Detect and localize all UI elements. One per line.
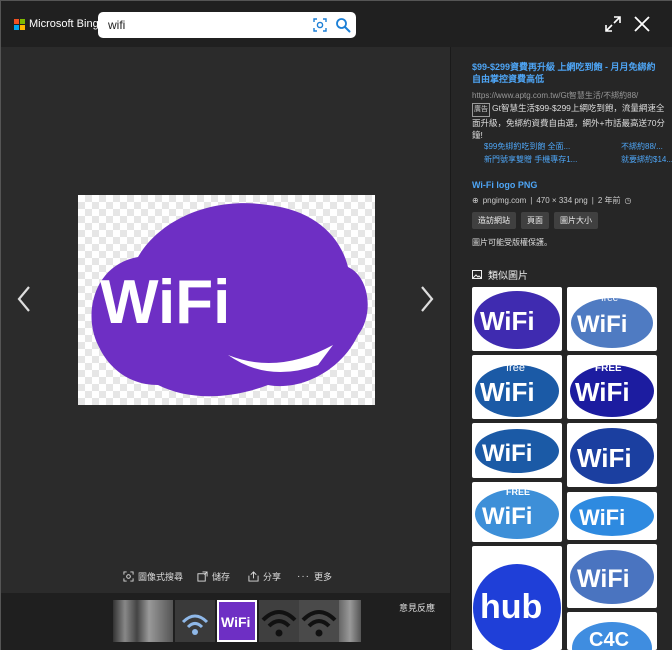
similar-images-heading: 類似圖片 [472,267,528,282]
ad-description: Gt智慧生活$99-$299上網吃到飽，流量網速全面升級，免綁約資費自由選，網外… [472,103,665,140]
image-viewer: WiFi 圖像式搜尋 儲存 分享 ··· 更多 [1,47,450,593]
filmstrip-thumbnail[interactable] [175,600,215,642]
save-label: 儲存 [212,572,231,582]
globe-icon: ⊕ [472,196,479,205]
bing-image-viewer: Microsoft Bing wifi WiFi 圖像式搜尋 儲存 分享 ···… [0,0,672,650]
c4c-text: C4C [589,629,629,650]
ad-sitelink[interactable]: $99免綁約吃到飽 全面... [484,140,570,153]
free-text: free [601,293,619,304]
microsoft-logo-icon [14,18,25,30]
top-bar: Microsoft Bing [1,1,672,47]
main-image[interactable]: WiFi [78,195,375,405]
ad-sitelink[interactable]: 不綁約88/... [621,140,663,153]
save-button[interactable]: 儲存 [197,570,230,583]
free-text: free [506,362,525,374]
image-icon [472,270,482,279]
similar-logo-text: WiFi [482,440,532,467]
page-button[interactable]: 頁面 [521,212,549,229]
image-source[interactable]: pngimg.com [483,196,527,205]
filmstrip-thumbnail[interactable] [113,600,173,642]
visual-search-label: 圖像式搜尋 [138,572,184,582]
copyright-note: 圖片可能受版權保護。 [472,238,552,247]
clock-icon: ◷ [624,196,632,205]
save-icon [197,571,208,582]
similar-image[interactable]: WiFi [472,287,562,351]
search-box [98,12,356,38]
thumb-wifi-text: WiFi [221,614,250,630]
free-caps-text: FREE [595,363,622,374]
image-age: 2 年前 [597,196,621,205]
similar-logo-text: WiFi [579,505,625,530]
search-input[interactable] [108,16,298,34]
similar-image[interactable]: WiFi [567,544,657,608]
hub-text: hub [480,588,542,626]
free-caps-text: FREE [506,487,530,497]
meta-separator: | [591,196,594,205]
similar-logo-text: WiFi [482,503,532,530]
similar-logo-text: WiFi [480,377,535,407]
image-dimensions: 470 × 334 png [536,196,588,205]
share-icon [248,571,259,582]
close-icon[interactable] [633,15,651,33]
similar-image[interactable]: WiFi [567,423,657,487]
ad-url: https://www.aptg.com.tw/Gt智慧生活/不綁約88/ [472,90,664,101]
brand-name: Microsoft Bing [29,18,99,30]
similar-logo-text: WiFi [480,306,535,336]
visual-search-icon [123,571,134,582]
details-panel: $99-$299資費再升級 上網吃到飽 - 月月免綁約 自由掌控資費高低 htt… [450,47,672,650]
filmstrip-thumbnail[interactable] [339,600,361,642]
similar-image[interactable]: WiFi [472,423,562,478]
image-title-link[interactable]: Wi-Fi logo PNG [472,180,537,190]
similar-logo-text: WiFi [577,311,627,338]
filmstrip: WiFi 意見反應 [1,593,450,650]
ad-body: 廣告 Gt智慧生活$99-$299上網吃到飽，流量網速全面升級，免綁約資費自由選，… [472,102,668,141]
filmstrip-thumbnail[interactable] [259,600,299,642]
filmstrip-thumbnail-selected[interactable]: WiFi [217,600,257,642]
meta-separator: | [530,196,533,205]
action-bar: 圖像式搜尋 儲存 分享 ··· 更多 [1,570,450,588]
similar-image[interactable]: hub [472,546,562,650]
filmstrip-thumbnail[interactable] [299,600,339,642]
bing-logo[interactable]: Microsoft Bing [14,18,99,30]
ad-title-link[interactable]: $99-$299資費再升級 上網吃到飽 - 月月免綁約 自由掌控資費高低 [472,61,664,85]
ad-badge: 廣告 [472,103,490,117]
visit-site-button[interactable]: 造訪網站 [472,212,516,229]
more-button[interactable]: ··· 更多 [297,570,332,583]
expand-icon[interactable] [604,15,622,33]
similar-image[interactable]: FREE WiFi [472,482,562,542]
search-icon[interactable] [335,17,351,33]
feedback-link[interactable]: 意見反應 [399,601,435,614]
share-label: 分享 [263,572,282,582]
ad-url-text: https://www.aptg.com.tw/Gt智慧生活/不綁約88/ [472,91,639,100]
share-button[interactable]: 分享 [248,570,281,583]
similar-logo-text: WiFi [575,377,630,407]
visual-search-button[interactable]: 圖像式搜尋 [123,570,183,583]
visual-search-icon[interactable] [312,17,328,33]
similar-image[interactable]: C4C [567,612,657,650]
more-label: 更多 [314,572,333,582]
ad-sitelink[interactable]: 就要綁約$14... [621,153,672,166]
similar-image[interactable]: free WiFi [472,355,562,419]
more-icon: ··· [297,571,310,582]
image-size-button[interactable]: 圖片大小 [554,212,598,229]
similar-images-label: 類似圖片 [488,271,528,282]
wifi-logo-text: WiFi [100,268,230,337]
image-meta: ⊕ pngimg.com | 470 × 334 png | 2 年前 ◷ [472,195,631,206]
previous-arrow-icon[interactable] [16,285,32,313]
similar-logo-text: WiFi [577,565,630,593]
similar-image[interactable]: free WiFi [567,287,657,351]
next-arrow-icon[interactable] [419,285,435,313]
ad-sitelink[interactable]: 新門號享雙贈 手機專存1... [484,153,577,166]
similar-image[interactable]: WiFi [567,492,657,540]
similar-logo-text: WiFi [577,443,632,473]
similar-image[interactable]: FREE WiFi [567,355,657,419]
